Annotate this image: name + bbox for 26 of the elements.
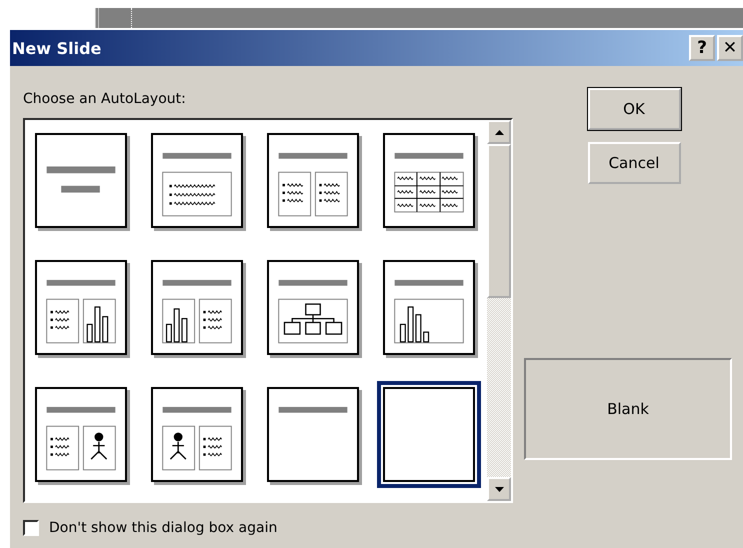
slide-layout-drawing [162,152,232,216]
cancel-button[interactable]: Cancel [588,142,680,184]
scroll-up-button[interactable] [487,120,511,144]
slide-layout-drawing [162,406,232,470]
scrollbar-thumb[interactable] [487,144,511,298]
layout-option[interactable] [377,381,481,488]
prompt-label: Choose an AutoLayout: [23,90,187,108]
slide-layout-drawing [394,280,464,344]
up-arrow-icon [494,130,504,134]
checkbox-label[interactable]: Don't show this dialog box again [49,520,278,536]
close-button[interactable]: ✕ [717,35,743,61]
ok-button[interactable]: OK [588,88,680,130]
down-arrow-icon [494,486,504,492]
layout-name: Blank [607,400,649,418]
slide-layout-drawing [394,152,464,212]
window-title: New Slide [12,38,102,58]
scroll-down-button[interactable] [487,477,511,501]
slide-layout-drawing [162,280,232,344]
help-button[interactable]: ? [689,35,715,61]
slide-layout-drawing [46,280,116,344]
checkbox[interactable] [23,520,39,536]
slide-layout-drawing [278,406,348,413]
slide-layout-drawing [278,280,348,344]
slide-layout-drawing [46,166,116,193]
slide-layout-drawing [46,406,116,470]
slide-layout-drawing [278,152,348,216]
